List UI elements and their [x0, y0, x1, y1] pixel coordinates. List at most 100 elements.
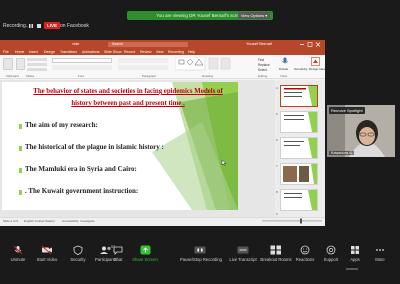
thumb-preview: [284, 86, 317, 106]
mic-off-icon: [13, 245, 23, 255]
live-transcript-button[interactable]: Live Transcript: [226, 245, 260, 265]
zoom-slider-thumb[interactable]: [300, 218, 302, 224]
tab-home[interactable]: Home: [15, 50, 24, 54]
quick-styles-button[interactable]: [220, 57, 231, 70]
close-icon[interactable]: [315, 42, 321, 47]
sensitivity-button[interactable]: Sensitivity: [294, 67, 308, 71]
support-icon: [326, 245, 336, 255]
slide-thumbnail[interactable]: [280, 189, 318, 211]
share-screen-icon: [140, 245, 150, 255]
tab-design[interactable]: Design: [44, 50, 55, 54]
view-options-button[interactable]: View Options ▾: [238, 12, 270, 19]
remove-spotlight-button[interactable]: Remove Spotlight: [329, 107, 365, 114]
thumb-preview: [283, 164, 317, 184]
thumb-number: 5: [276, 112, 278, 116]
zoom-meeting-window: Recording... LIVE on Facebook You are vi…: [0, 0, 400, 284]
tab-animations[interactable]: Animations: [82, 50, 99, 54]
status-language[interactable]: English (United States): [24, 219, 55, 223]
find-button[interactable]: Find: [258, 58, 264, 62]
shapes-gallery[interactable]: [175, 57, 206, 71]
slide-thumbnail[interactable]: [280, 137, 318, 159]
thumb-number: 8: [276, 190, 278, 194]
bullet-marker: [19, 124, 22, 129]
more-button[interactable]: More: [364, 245, 396, 265]
font-family-select[interactable]: [52, 58, 112, 63]
ppt-search-box[interactable]: Search: [108, 42, 188, 47]
slide-thumbnail[interactable]: [280, 163, 318, 185]
font-format-buttons[interactable]: [52, 65, 112, 70]
mouse-cursor-icon: [221, 160, 227, 166]
start-video-button[interactable]: Start Video: [31, 245, 63, 265]
layout-button[interactable]: [27, 58, 47, 61]
design-ideas-button[interactable]: Design Ideas: [309, 67, 327, 71]
zoom-slider[interactable]: [262, 218, 322, 224]
tab-slide-show[interactable]: Slide Show: [104, 50, 122, 54]
live-destination: on Facebook: [60, 23, 89, 29]
tab-recording[interactable]: Recording: [168, 50, 184, 54]
pause-recording-icon: [194, 246, 206, 254]
group-editing: Editing: [258, 74, 268, 78]
tab-file[interactable]: File: [3, 50, 9, 54]
group-slides: Slides: [26, 74, 35, 78]
tab-insert[interactable]: Insert: [29, 50, 38, 54]
toolbar-label: More: [375, 257, 385, 262]
ppt-user-name[interactable]: Yousef Bernaif: [246, 41, 272, 46]
tab-review[interactable]: Review: [140, 50, 151, 54]
replace-button[interactable]: Replace: [258, 63, 270, 67]
status-accessibility[interactable]: Accessibility: Investigate: [62, 219, 95, 223]
minimize-icon[interactable]: [300, 44, 304, 45]
slide-thumbnail[interactable]: [280, 111, 318, 133]
group-paragraph: Paragraph: [142, 74, 157, 78]
video-off-icon: [41, 245, 52, 255]
new-slide-button[interactable]: [16, 58, 25, 70]
zoom-top-bar: [0, 0, 400, 40]
slide-bullet: The Mamluki era in Syria and Cairo:: [25, 165, 137, 173]
pause-stop-recording-button[interactable]: Pause/Stop Recording: [180, 245, 222, 265]
recording-status: Recording...: [3, 23, 30, 29]
reactions-icon: [300, 245, 310, 255]
section-button[interactable]: [27, 68, 47, 71]
live-badge[interactable]: LIVE: [44, 22, 61, 29]
apps-icon: [351, 246, 359, 254]
microphone-icon[interactable]: [281, 57, 289, 66]
paste-button[interactable]: [3, 58, 13, 70]
unmute-button[interactable]: Unmute: [2, 245, 34, 265]
reset-button[interactable]: [27, 63, 47, 66]
chat-icon: [113, 246, 123, 255]
paragraph-align-buttons[interactable]: [118, 65, 168, 70]
tab-help[interactable]: Help: [188, 50, 195, 54]
select-button[interactable]: Select: [258, 68, 267, 72]
tab-record[interactable]: Record: [124, 50, 135, 54]
toolbar-label: Start Video: [36, 257, 58, 262]
slide-thumbnail[interactable]: [280, 85, 318, 107]
tab-view[interactable]: View: [156, 50, 164, 54]
ppt-file-name: vide: [72, 41, 80, 46]
bullet-marker: [19, 168, 22, 173]
bullet-marker: [19, 190, 22, 195]
slide-bullet: The aim of my research:: [25, 121, 98, 129]
thumb-number: 6: [276, 138, 278, 142]
drawing-shapes[interactable]: [175, 57, 245, 72]
breakout-icon: [270, 245, 281, 255]
thumb-number: 9: [276, 212, 278, 216]
dictate-button[interactable]: Dictate: [279, 67, 288, 71]
maximize-icon[interactable]: [307, 42, 313, 47]
group-drawing: Drawing: [202, 74, 214, 78]
group-voice: Voice: [280, 74, 288, 78]
participant-name: Kawadura Al: [329, 151, 355, 155]
arrange-button[interactable]: [208, 57, 219, 70]
paragraph-list-buttons[interactable]: [118, 58, 168, 63]
designer-icon[interactable]: [311, 57, 320, 66]
toolbar-label: Unmute: [10, 257, 26, 262]
stop-icon[interactable]: [37, 24, 41, 28]
share-screen-button[interactable]: Share Screen: [127, 245, 163, 265]
shield-icon: [73, 245, 83, 255]
tab-transitions[interactable]: Transitions: [60, 50, 77, 54]
status-slide-count: Slide 4 of 9: [3, 219, 19, 223]
cc-icon: [237, 246, 249, 254]
thumb-preview: [284, 190, 317, 210]
slide-bullet: . The Kuwait government instruction:: [25, 187, 139, 195]
slide-bullet: The historical of the plague in islamic …: [25, 143, 164, 151]
recording-controls: [29, 24, 41, 28]
toolbar-label: Share Screen: [132, 257, 158, 262]
